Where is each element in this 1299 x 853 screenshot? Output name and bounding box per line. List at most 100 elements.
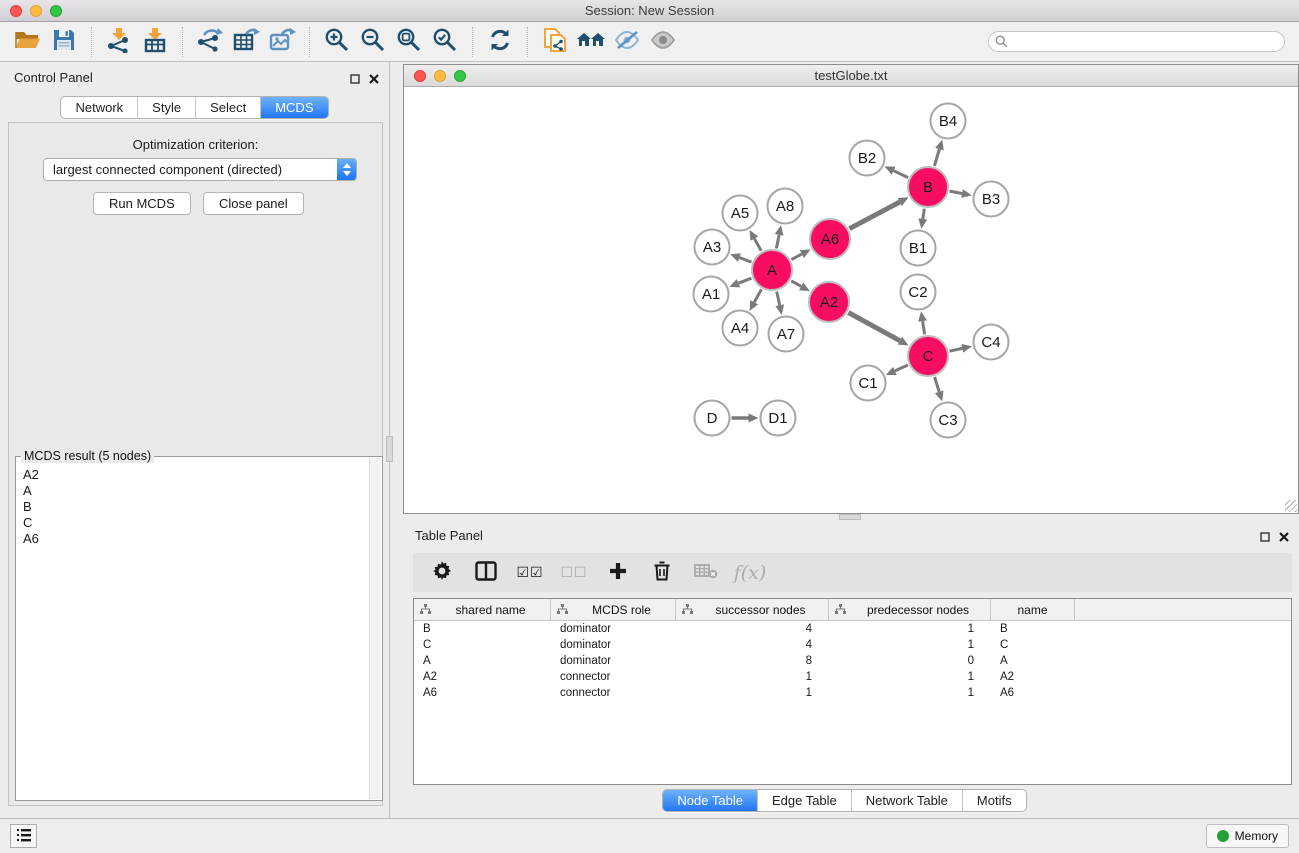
- cell-successor-nodes[interactable]: 4: [676, 637, 829, 653]
- column-header-shared-name[interactable]: shared name: [414, 599, 551, 620]
- close-panel-button[interactable]: [366, 71, 382, 87]
- column-header-predecessor-nodes[interactable]: predecessor nodes: [829, 599, 991, 620]
- maximize-network-button[interactable]: [454, 70, 466, 82]
- cell-name[interactable]: A: [991, 653, 1075, 669]
- graph-edge-A-A5[interactable]: [754, 239, 761, 251]
- float-panel-button[interactable]: [347, 71, 363, 87]
- export-table-button[interactable]: [228, 26, 264, 58]
- tab-select[interactable]: Select: [196, 97, 261, 118]
- minimize-window-button[interactable]: [30, 5, 42, 17]
- graph-edge-C-C2[interactable]: [923, 321, 925, 334]
- close-window-button[interactable]: [10, 5, 22, 17]
- graph-edge-B-B4[interactable]: [934, 149, 939, 166]
- graph-node-B1[interactable]: B1: [901, 231, 936, 266]
- graph-node-C3[interactable]: C3: [931, 403, 966, 438]
- graph-node-C2[interactable]: C2: [901, 275, 936, 310]
- memory-button[interactable]: Memory: [1206, 824, 1289, 848]
- graph-edge-B-B3[interactable]: [950, 191, 962, 193]
- function-builder-button[interactable]: f(x): [733, 558, 767, 588]
- vertical-splitter-handle[interactable]: [386, 436, 393, 462]
- cell-shared-name[interactable]: A2: [414, 669, 551, 685]
- cell-predecessor-nodes[interactable]: 0: [829, 653, 991, 669]
- cell-predecessor-nodes[interactable]: 1: [829, 669, 991, 685]
- tab-style[interactable]: Style: [138, 97, 196, 118]
- graph-node-B3[interactable]: B3: [974, 182, 1009, 217]
- graph-node-C4[interactable]: C4: [974, 325, 1009, 360]
- refresh-layout-button[interactable]: [482, 26, 518, 58]
- split-view-button[interactable]: [469, 558, 503, 588]
- column-header-MCDS-role[interactable]: MCDS role: [551, 599, 676, 620]
- result-item-a[interactable]: A: [21, 483, 365, 499]
- zoom-in-button[interactable]: [319, 26, 355, 58]
- graph-node-A6[interactable]: A6: [810, 219, 850, 259]
- cell-shared-name[interactable]: C: [414, 637, 551, 653]
- graph-edge-C-C4[interactable]: [950, 348, 963, 351]
- network-manager-button[interactable]: [537, 26, 573, 58]
- cell-MCDS-role[interactable]: dominator: [551, 653, 676, 669]
- graph-node-B4[interactable]: B4: [931, 104, 966, 139]
- graph-node-C[interactable]: C: [908, 336, 948, 376]
- cell-successor-nodes[interactable]: 1: [676, 685, 829, 701]
- delete-table-button[interactable]: [689, 558, 723, 588]
- show-details-button[interactable]: [645, 26, 681, 58]
- home-button[interactable]: [573, 26, 609, 58]
- graph-node-B2[interactable]: B2: [850, 141, 885, 176]
- cell-name[interactable]: A2: [991, 669, 1075, 685]
- zoom-out-button[interactable]: [355, 26, 391, 58]
- cell-MCDS-role[interactable]: dominator: [551, 637, 676, 653]
- graph-edge-A-A8[interactable]: [776, 235, 779, 249]
- cell-shared-name[interactable]: A6: [414, 685, 551, 701]
- cell-shared-name[interactable]: B: [414, 621, 551, 637]
- cell-successor-nodes[interactable]: 1: [676, 669, 829, 685]
- tab-network-table[interactable]: Network Table: [852, 790, 963, 811]
- import-table-button[interactable]: [137, 26, 173, 58]
- graph-node-C1[interactable]: C1: [851, 366, 886, 401]
- import-network-button[interactable]: [101, 26, 137, 58]
- cell-MCDS-role[interactable]: connector: [551, 669, 676, 685]
- criterion-dropdown[interactable]: largest connected component (directed): [43, 158, 357, 181]
- column-header-name[interactable]: name: [991, 599, 1075, 620]
- graph-edge-B-B1[interactable]: [923, 209, 925, 219]
- table-row[interactable]: Bdominator41B: [414, 621, 1291, 637]
- graph-edge-A-A1[interactable]: [739, 278, 752, 283]
- graph-edge-A-A6[interactable]: [791, 254, 801, 260]
- graph-node-A[interactable]: A: [752, 250, 792, 290]
- graph-node-D1[interactable]: D1: [761, 401, 796, 436]
- graph-node-A8[interactable]: A8: [768, 189, 803, 224]
- result-item-c[interactable]: C: [21, 515, 365, 531]
- cell-predecessor-nodes[interactable]: 1: [829, 637, 991, 653]
- export-network-button[interactable]: [192, 26, 228, 58]
- cell-predecessor-nodes[interactable]: 1: [829, 621, 991, 637]
- graph-node-A4[interactable]: A4: [723, 311, 758, 346]
- add-column-button[interactable]: [601, 558, 635, 588]
- cell-successor-nodes[interactable]: 8: [676, 653, 829, 669]
- search-input[interactable]: [988, 31, 1285, 52]
- close-table-panel-button[interactable]: [1276, 529, 1292, 545]
- graph-edge-C-C1[interactable]: [895, 365, 908, 371]
- tab-edge-table[interactable]: Edge Table: [758, 790, 852, 811]
- graph-edge-A6-B[interactable]: [849, 202, 899, 229]
- graph-node-D[interactable]: D: [695, 401, 730, 436]
- open-file-button[interactable]: [10, 26, 46, 58]
- column-header-successor-nodes[interactable]: successor nodes: [676, 599, 829, 620]
- graph-node-A7[interactable]: A7: [769, 317, 804, 352]
- save-session-button[interactable]: [46, 26, 82, 58]
- graph-edge-A-A3[interactable]: [740, 258, 752, 263]
- tab-mcds[interactable]: MCDS: [261, 97, 327, 118]
- tab-node-table[interactable]: Node Table: [663, 790, 758, 811]
- minimize-network-button[interactable]: [434, 70, 446, 82]
- table-row[interactable]: A2connector11A2: [414, 669, 1291, 685]
- graph-node-A3[interactable]: A3: [695, 230, 730, 265]
- graph-edge-A-A4[interactable]: [754, 289, 761, 302]
- maximize-window-button[interactable]: [50, 5, 62, 17]
- tab-motifs[interactable]: Motifs: [963, 790, 1026, 811]
- tab-network[interactable]: Network: [61, 97, 138, 118]
- result-scrollbar[interactable]: [369, 458, 381, 799]
- cell-MCDS-role[interactable]: connector: [551, 685, 676, 701]
- result-item-a6[interactable]: A6: [21, 531, 365, 547]
- graph-node-A2[interactable]: A2: [809, 282, 849, 322]
- cell-successor-nodes[interactable]: 4: [676, 621, 829, 637]
- delete-column-button[interactable]: [645, 558, 679, 588]
- graph-edge-C-C3[interactable]: [935, 377, 940, 392]
- close-panel-button-mcds[interactable]: Close panel: [203, 192, 304, 215]
